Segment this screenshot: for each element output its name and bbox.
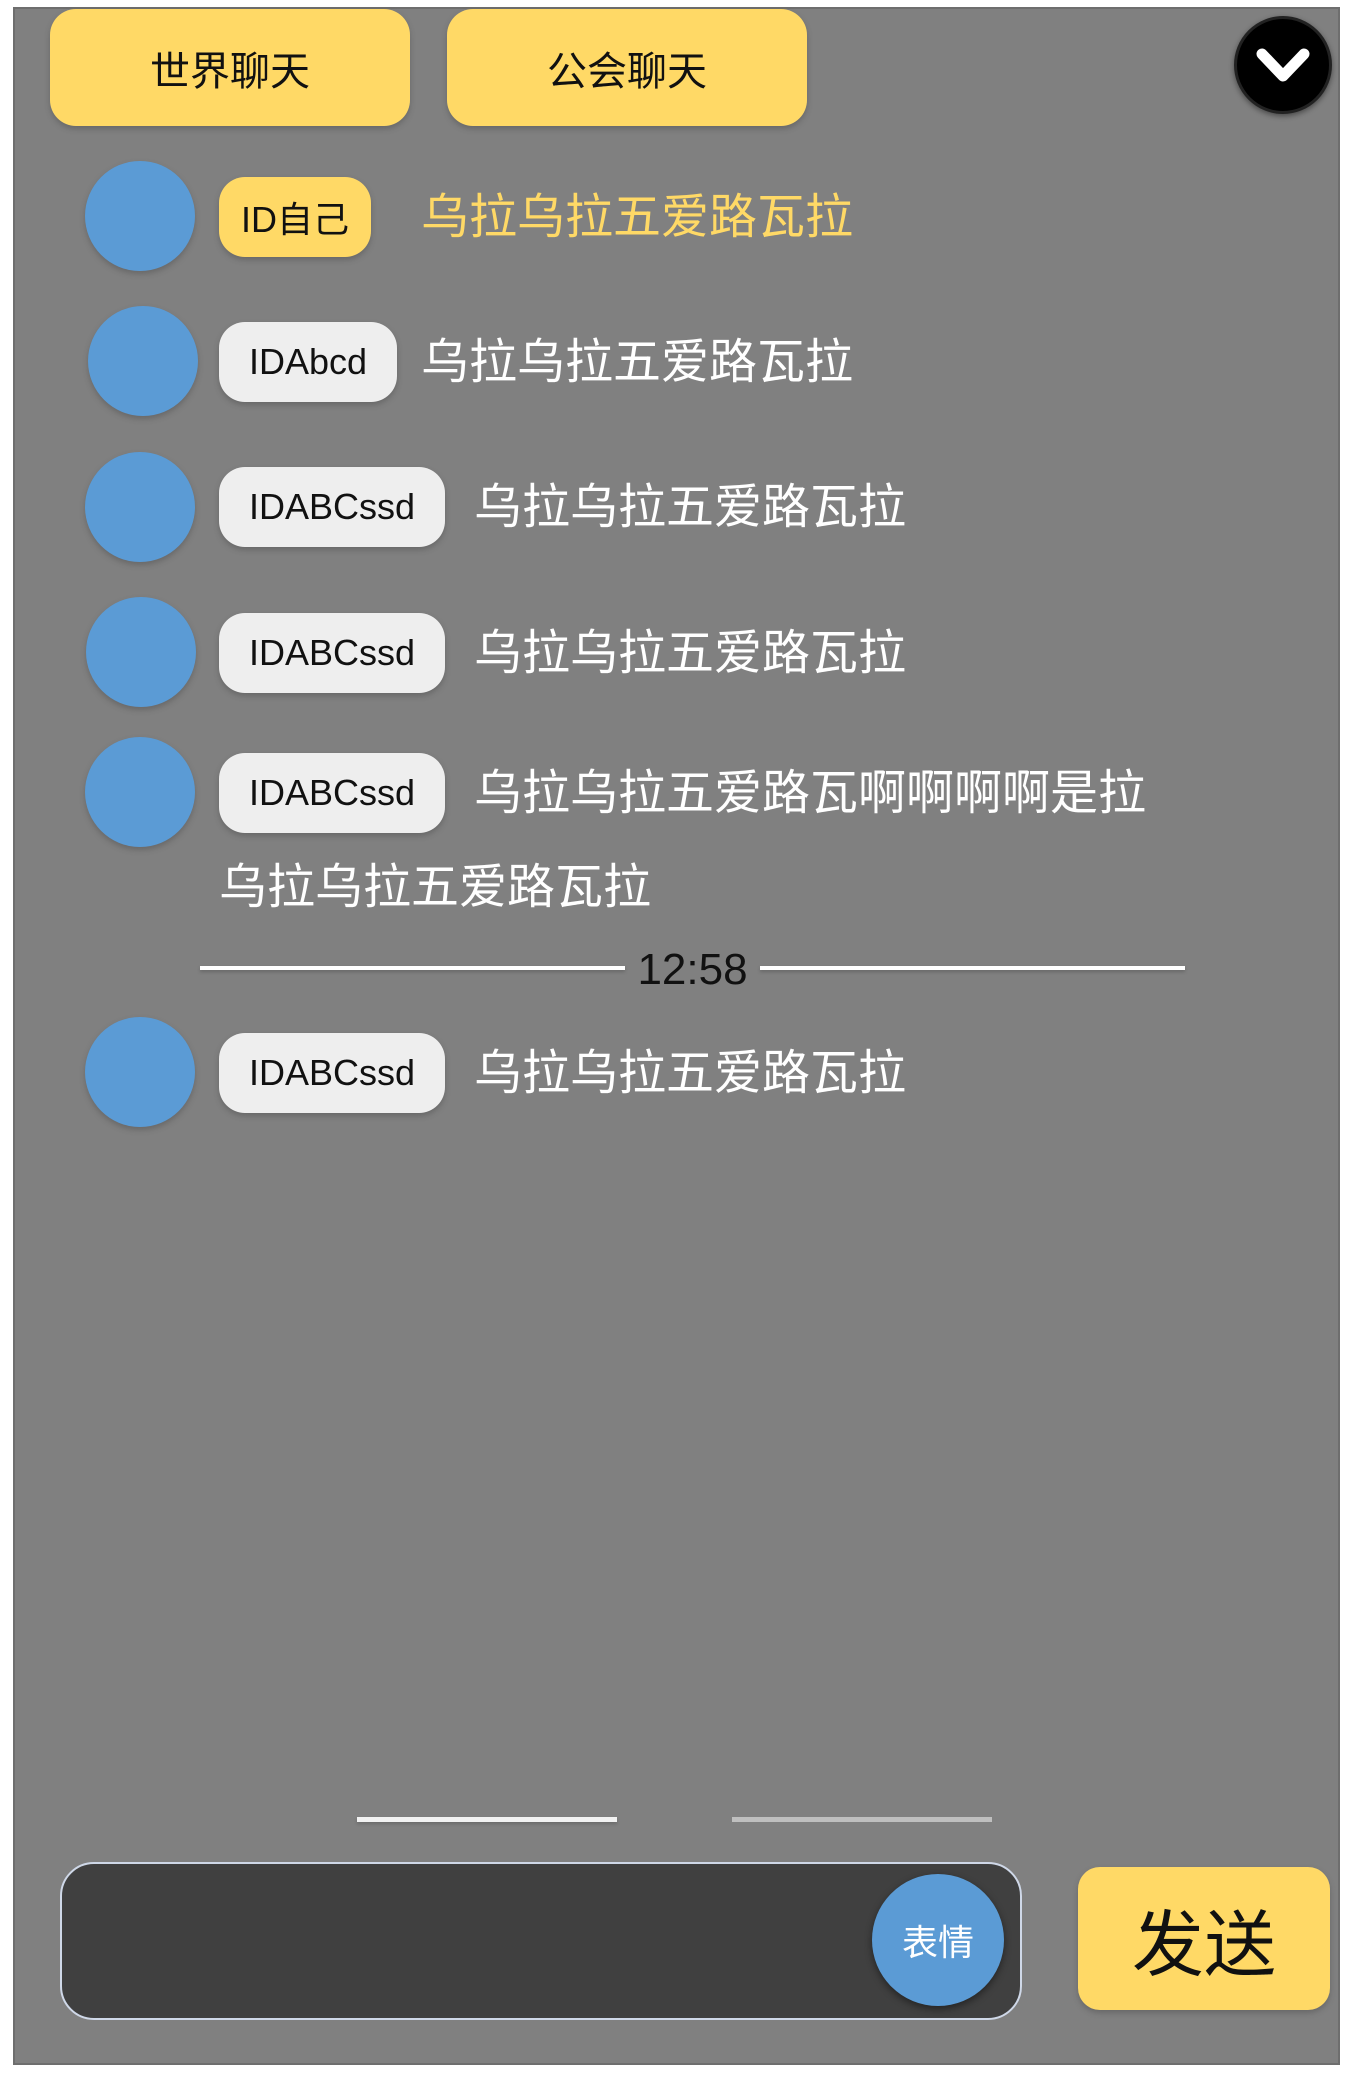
list-item: IDAbcd 乌拉乌拉五爱路瓦拉 (85, 306, 1285, 418)
send-button[interactable]: 发送 (1078, 1867, 1330, 2010)
message-text: 乌拉乌拉五爱路瓦拉 (474, 479, 907, 535)
list-item: IDABCssd 乌拉乌拉五爱路瓦啊啊啊啊是拉 乌拉乌拉五爱路瓦拉 (85, 737, 1285, 917)
tab-guild-chat[interactable]: 公会聊天 (447, 9, 807, 126)
avatar[interactable] (85, 452, 195, 562)
collapse-button[interactable] (1234, 16, 1332, 114)
user-id-badge[interactable]: IDABCssd (219, 467, 446, 547)
time-divider: 12:58 (200, 945, 1185, 994)
message-text: 乌拉乌拉五爱路瓦拉 (474, 1045, 907, 1101)
page-indicator-2[interactable] (732, 1817, 992, 1822)
emoji-button-label: 表情 (901, 1923, 974, 1964)
list-item: IDABCssd 乌拉乌拉五爱路瓦拉 (85, 1017, 1285, 1129)
timestamp: 12:58 (637, 945, 748, 994)
message-text: 乌拉乌拉五爱路瓦拉 (421, 334, 854, 390)
avatar[interactable] (88, 306, 198, 416)
avatar[interactable] (85, 161, 195, 271)
user-id-badge[interactable]: IDABCssd (219, 1033, 446, 1113)
message-text: 乌拉乌拉五爱路瓦拉 (421, 189, 854, 245)
divider-line (760, 966, 1185, 970)
message-text: 乌拉乌拉五爱路瓦啊啊啊啊是拉 (474, 765, 1147, 821)
avatar[interactable] (86, 597, 196, 707)
user-id-badge[interactable]: IDABCssd (219, 753, 446, 833)
list-item: ID自己 乌拉乌拉五爱路瓦拉 (85, 161, 1285, 273)
avatar[interactable] (85, 737, 195, 847)
message-text: 乌拉乌拉五爱路瓦拉 (474, 625, 907, 681)
message-input-box[interactable]: 表情 (60, 1862, 1022, 2020)
user-id-badge[interactable]: IDABCssd (219, 613, 446, 693)
avatar[interactable] (85, 1017, 195, 1127)
message-input[interactable] (92, 1904, 886, 1982)
emoji-button[interactable]: 表情 (872, 1874, 1004, 2006)
user-id-badge[interactable]: IDAbcd (219, 322, 398, 402)
list-item: IDABCssd 乌拉乌拉五爱路瓦拉 (85, 452, 1285, 564)
list-item: IDABCssd 乌拉乌拉五爱路瓦拉 (85, 597, 1285, 709)
tab-world-chat[interactable]: 世界聊天 (50, 9, 410, 126)
chevron-down-icon (1256, 48, 1310, 82)
page-indicator-1[interactable] (357, 1817, 617, 1822)
message-text-continued: 乌拉乌拉五爱路瓦拉 (219, 859, 652, 915)
chat-panel: 世界聊天 公会聊天 ID自己 乌拉乌拉五爱路瓦拉 IDAbcd 乌拉乌拉五爱路瓦… (13, 7, 1340, 2065)
user-id-badge[interactable]: ID自己 (219, 177, 372, 257)
